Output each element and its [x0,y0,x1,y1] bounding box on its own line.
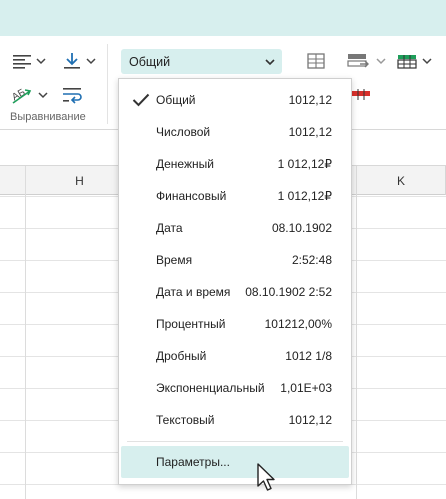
format-parameters-button[interactable]: Параметры... [121,446,349,478]
format-option-date[interactable]: Дата 08.10.1902 [119,212,351,244]
format-option-name: Общий [156,93,196,107]
format-option-example: 1012,12 [288,93,332,107]
column-header-h-label: H [75,173,84,188]
chevron-down-icon [86,58,96,65]
chevron-down-icon [36,58,46,65]
number-format-dropdown: Общий 1012,12 Числовой 1012,12 Денежный … [118,78,352,485]
format-option-time[interactable]: Время 2:52:48 [119,244,351,276]
chevron-down-icon [265,59,275,66]
column-header-k-label: K [396,173,405,188]
chevron-down-icon [38,92,48,99]
cell-format-button[interactable] [306,50,326,72]
format-option-example: 1012,12 [288,413,332,427]
format-option-example: 101212,00% [264,317,332,331]
format-option-example: 1 012,12₽ [277,189,332,203]
format-option-general[interactable]: Общий 1012,12 [119,84,351,116]
format-option-name: Время [156,253,193,267]
group-divider [107,44,108,124]
menu-divider [127,441,343,442]
conditional-format-icon [352,89,370,100]
format-option-example: 08.10.1902 2:52 [245,285,332,299]
format-parameters-label: Параметры... [156,455,230,469]
grid-column-line [356,166,357,499]
format-option-name: Финансовый [156,189,227,203]
format-option-example: 08.10.1902 [271,221,332,235]
format-option-example: 1,01E+03 [280,381,332,395]
align-left-icon [13,55,31,69]
table-style-icon [397,55,417,69]
table-grid-icon [307,53,325,69]
format-option-datetime[interactable]: Дата и время 08.10.1902 2:52 [119,276,351,308]
format-option-name: Дата [156,221,183,235]
wrap-text-button[interactable] [62,84,84,106]
format-option-accounting[interactable]: Финансовый 1 012,12₽ [119,180,351,212]
format-option-example: 1012,12 [288,125,332,139]
number-format-select[interactable]: Общий [121,49,282,74]
format-option-example: 1 012,12₽ [277,157,332,171]
title-bar [0,0,446,36]
mouse-cursor-icon [257,463,275,491]
format-option-example: 1012 1/8 [285,349,332,363]
format-option-name: Денежный [156,157,214,171]
format-option-name: Числовой [156,125,211,139]
wrap-text-icon [63,88,82,104]
vertical-align-button[interactable] [62,50,96,72]
format-option-scientific[interactable]: Экспоненциальный 1,01E+03 [119,372,351,404]
insert-cells-button[interactable] [346,50,386,72]
format-option-name: Экспоненциальный [156,381,265,395]
text-orientation-icon: АБ [10,87,32,104]
insert-cells-icon [347,54,369,68]
horizontal-align-button[interactable] [12,50,46,72]
number-format-value: Общий [129,54,171,69]
format-option-percent[interactable]: Процентный 101212,00% [119,308,351,340]
format-option-fraction[interactable]: Дробный 1012 1/8 [119,340,351,372]
column-header-g[interactable] [0,166,26,195]
grid-column-line [25,166,26,499]
alignment-group-label: Выравнивание [10,111,86,123]
chevron-down-icon [376,58,386,65]
format-option-currency[interactable]: Денежный 1 012,12₽ [119,148,351,180]
checkmark-icon [132,93,150,107]
format-option-example: 2:52:48 [291,253,332,267]
format-option-name: Дробный [156,349,207,363]
column-header-k[interactable]: K [356,166,446,195]
format-option-number[interactable]: Числовой 1012,12 [119,116,351,148]
align-bottom-icon [64,53,80,69]
chevron-down-icon [422,58,432,65]
conditional-format-button[interactable] [350,84,372,106]
format-option-name: Процентный [156,317,226,331]
text-orientation-button[interactable]: АБ [10,84,48,106]
format-option-text[interactable]: Текстовый 1012,12 [119,404,351,436]
table-style-button[interactable] [396,50,432,72]
format-option-name: Текстовый [156,413,215,427]
format-option-name: Дата и время [156,285,231,299]
